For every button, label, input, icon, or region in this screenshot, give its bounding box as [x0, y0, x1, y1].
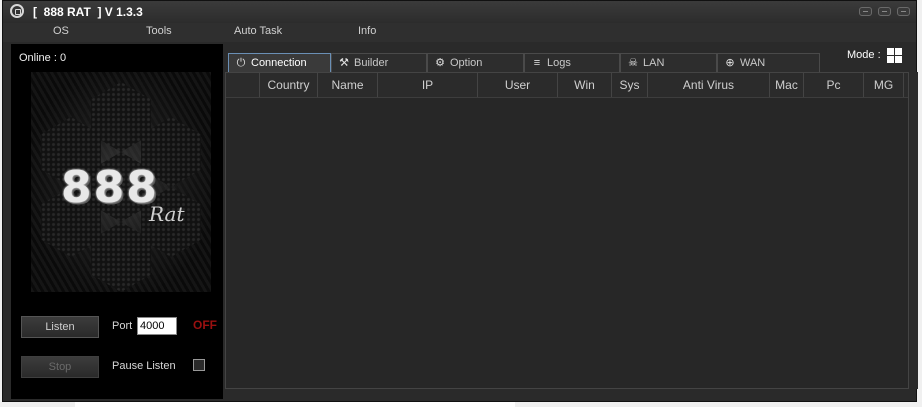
menu-os[interactable]: OS: [53, 25, 69, 37]
tab-label: Builder: [354, 57, 389, 69]
menu-tools[interactable]: Tools: [146, 25, 172, 37]
tab-logs[interactable]: ≡ Logs: [524, 53, 620, 72]
mode-label: Mode :: [847, 49, 881, 61]
list-icon: ≡: [533, 57, 541, 69]
tab-wan[interactable]: ⊕ WAN: [717, 53, 820, 72]
tab-lan[interactable]: ☠ LAN: [620, 53, 717, 72]
column-header-ip[interactable]: IP: [378, 73, 478, 97]
port-label: Port: [112, 320, 133, 332]
plug-icon: ⏻: [236, 57, 246, 69]
column-header-sys[interactable]: Sys: [612, 73, 648, 97]
tab-label: Logs: [547, 57, 571, 69]
connection-table[interactable]: Country Name IP User Win Sys Anti Virus …: [225, 72, 909, 389]
table-header: Country Name IP User Win Sys Anti Virus …: [226, 73, 908, 98]
skull-icon: ☠: [628, 57, 638, 69]
online-count: Online : 0: [19, 52, 67, 64]
tab-label: Connection: [251, 57, 307, 69]
tab-bar: ⏻ Connection ⚒ Builder ⚙ Option ≡ Logs ☠…: [225, 53, 820, 72]
globe-icon: ⊕: [725, 57, 735, 69]
left-panel: Online : 0 888 Rat Listen Port 4000 OFF …: [11, 44, 223, 399]
title-bar: [ 888 RAT ] V 1.3.3: [3, 1, 916, 23]
tab-builder[interactable]: ⚒ Builder: [331, 53, 427, 72]
right-edge-strip: [909, 72, 918, 389]
column-header-win[interactable]: Win: [558, 73, 612, 97]
listen-status: OFF: [193, 318, 217, 332]
close-button[interactable]: [897, 7, 910, 16]
windows-icon[interactable]: [887, 48, 902, 63]
logo-subtitle: Rat: [149, 202, 185, 226]
menu-auto-task[interactable]: Auto Task: [234, 25, 282, 37]
tab-option[interactable]: ⚙ Option: [427, 53, 524, 72]
tab-label: LAN: [643, 57, 665, 69]
listen-button[interactable]: Listen: [21, 316, 99, 338]
tab-label: WAN: [740, 57, 766, 69]
logo-number: 888: [61, 162, 159, 213]
column-header-user[interactable]: User: [478, 73, 558, 97]
main-window: [ 888 RAT ] V 1.3.3 OS Tools Auto Task I…: [2, 0, 918, 402]
tab-label: Option: [450, 57, 483, 69]
app-icon[interactable]: [10, 4, 24, 18]
pause-listen-checkbox[interactable]: [193, 359, 205, 371]
column-header-mg[interactable]: MG: [864, 73, 904, 97]
column-header-name[interactable]: Name: [318, 73, 378, 97]
column-header-antivirus[interactable]: Anti Virus: [648, 73, 770, 97]
column-header-mac[interactable]: Mac: [770, 73, 804, 97]
pause-listen-label: Pause Listen: [112, 360, 176, 372]
gear-icon: ⚙: [435, 57, 445, 69]
logo: 888 Rat: [31, 72, 211, 292]
menu-bar: OS Tools Auto Task Info: [3, 23, 916, 42]
minimize-button[interactable]: [859, 7, 872, 16]
stop-button[interactable]: Stop: [21, 356, 99, 378]
menu-info[interactable]: Info: [358, 25, 376, 37]
tab-connection[interactable]: ⏻ Connection: [228, 53, 331, 72]
tools-icon: ⚒: [339, 57, 349, 69]
window-title: [ 888 RAT ] V 1.3.3: [33, 5, 143, 19]
port-input[interactable]: 4000: [137, 317, 177, 335]
maximize-button[interactable]: [878, 7, 891, 16]
column-header-select[interactable]: [226, 73, 260, 97]
column-header-country[interactable]: Country: [260, 73, 318, 97]
column-header-pc[interactable]: Pc: [804, 73, 864, 97]
